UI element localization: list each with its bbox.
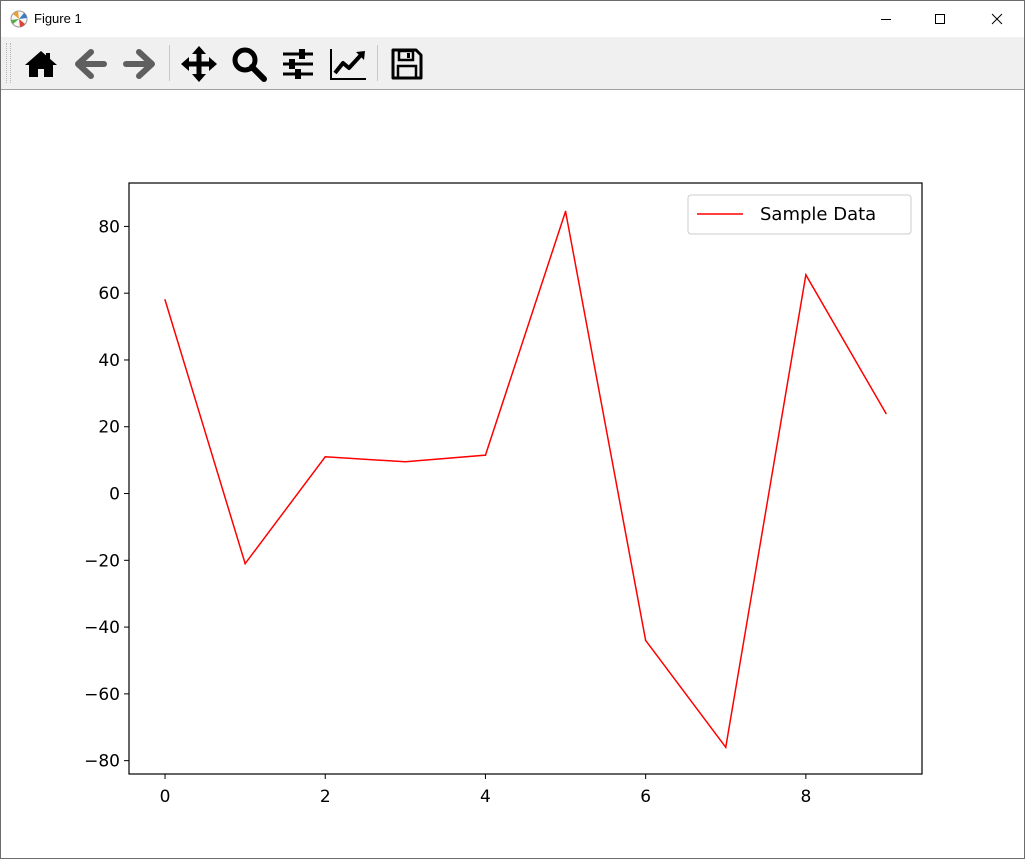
figure-canvas[interactable]: 80 60 40 20 0 −20 −40 −60 −80 0 2 4 6 8 Sample Data [1, 90, 1024, 858]
floppy-disk-icon [391, 48, 423, 80]
y-tick-label: 40 [98, 351, 120, 371]
x-tick-label: 2 [320, 787, 331, 807]
matplotlib-icon [10, 10, 28, 28]
sliders-icon [283, 49, 313, 79]
y-tick-label: 60 [98, 284, 120, 304]
legend-label: Sample Data [760, 204, 876, 225]
configure-subplots-button[interactable] [279, 45, 317, 83]
edit-axis-button[interactable] [329, 45, 367, 83]
series-line [164, 211, 887, 750]
x-tick-label: 6 [640, 787, 651, 807]
y-tick-label: −20 [84, 551, 120, 571]
home-button[interactable] [22, 45, 60, 83]
toolbar-separator [169, 45, 170, 81]
line-chart-icon [330, 49, 366, 80]
forward-button[interactable] [120, 45, 158, 83]
zoom-button[interactable] [230, 45, 268, 83]
toolbar-grip[interactable] [6, 43, 11, 83]
line-chart: 80 60 40 20 0 −20 −40 −60 −80 0 2 4 6 8 Sample Data [84, 182, 923, 807]
back-button[interactable] [72, 45, 110, 83]
x-tick-label: 4 [480, 787, 491, 807]
y-tick-label: 0 [109, 485, 120, 505]
data-point [484, 454, 487, 456]
close-icon [991, 13, 1003, 25]
arrow-right-icon [123, 49, 155, 79]
pan-button[interactable] [180, 45, 218, 83]
y-tick-label: −40 [84, 618, 120, 638]
data-point [805, 274, 807, 276]
y-tick-label: 20 [98, 418, 120, 438]
data-point [885, 412, 887, 415]
minimize-button[interactable] [863, 1, 909, 37]
y-tick-label: −80 [84, 752, 120, 772]
data-point [244, 562, 246, 565]
data-point [724, 746, 727, 749]
title-bar[interactable]: Figure 1 [1, 1, 1024, 37]
data-point [404, 461, 407, 463]
home-icon [25, 51, 57, 77]
data-point [644, 639, 647, 642]
window-title: Figure 1 [34, 11, 82, 26]
y-tick-label: −60 [84, 685, 120, 705]
axes-frame [128, 182, 923, 775]
save-button[interactable] [388, 45, 426, 83]
x-tick-label: 8 [800, 787, 811, 807]
data-point [564, 210, 567, 213]
move-icon [181, 46, 217, 82]
close-button[interactable] [974, 1, 1020, 37]
magnifier-icon [232, 47, 267, 82]
data-point [164, 299, 166, 301]
navigation-toolbar [1, 37, 1024, 90]
y-tick-label: 80 [98, 217, 120, 237]
minimize-icon [881, 19, 891, 20]
x-tick-label: 0 [160, 787, 171, 807]
maximize-button[interactable] [917, 1, 963, 37]
data-point [324, 455, 327, 458]
figure-window: Figure 1 80 60 40 20 0 −20 −40 −60 −80 0… [0, 0, 1025, 859]
maximize-icon [935, 14, 945, 24]
arrow-left-icon [75, 49, 107, 79]
toolbar-separator [377, 45, 378, 81]
